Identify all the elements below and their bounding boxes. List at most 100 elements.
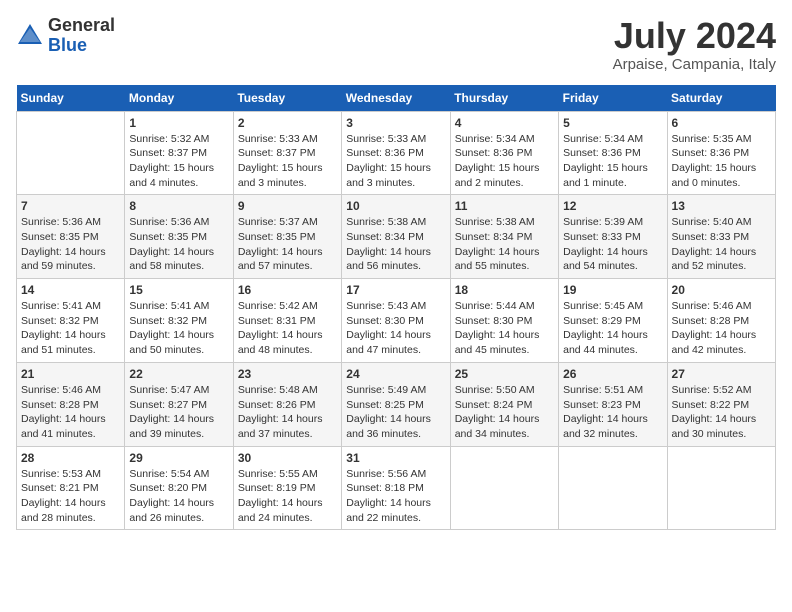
day-number: 23	[238, 367, 337, 381]
day-cell: 4 Sunrise: 5:34 AMSunset: 8:36 PMDayligh…	[450, 111, 558, 195]
calendar-table: Sunday Monday Tuesday Wednesday Thursday…	[16, 85, 776, 531]
day-cell: 31 Sunrise: 5:56 AMSunset: 8:18 PMDaylig…	[342, 446, 450, 530]
day-cell: 21 Sunrise: 5:46 AMSunset: 8:28 PMDaylig…	[17, 362, 125, 446]
day-cell: 11 Sunrise: 5:38 AMSunset: 8:34 PMDaylig…	[450, 195, 558, 279]
logo-blue: Blue	[48, 35, 87, 55]
day-cell: 23 Sunrise: 5:48 AMSunset: 8:26 PMDaylig…	[233, 362, 341, 446]
day-number: 5	[563, 116, 662, 130]
col-sunday: Sunday	[17, 85, 125, 112]
day-number: 6	[672, 116, 771, 130]
day-number: 16	[238, 283, 337, 297]
day-cell: 15 Sunrise: 5:41 AMSunset: 8:32 PMDaylig…	[125, 279, 233, 363]
day-number: 14	[21, 283, 120, 297]
day-cell: 16 Sunrise: 5:42 AMSunset: 8:31 PMDaylig…	[233, 279, 341, 363]
day-number: 9	[238, 199, 337, 213]
day-info: Sunrise: 5:46 AMSunset: 8:28 PMDaylight:…	[672, 299, 771, 358]
day-cell: 27 Sunrise: 5:52 AMSunset: 8:22 PMDaylig…	[667, 362, 775, 446]
day-number: 28	[21, 451, 120, 465]
day-cell: 9 Sunrise: 5:37 AMSunset: 8:35 PMDayligh…	[233, 195, 341, 279]
day-number: 8	[129, 199, 228, 213]
day-number: 21	[21, 367, 120, 381]
day-info: Sunrise: 5:41 AMSunset: 8:32 PMDaylight:…	[21, 299, 120, 358]
day-cell: 19 Sunrise: 5:45 AMSunset: 8:29 PMDaylig…	[559, 279, 667, 363]
day-info: Sunrise: 5:41 AMSunset: 8:32 PMDaylight:…	[129, 299, 228, 358]
day-number: 20	[672, 283, 771, 297]
col-wednesday: Wednesday	[342, 85, 450, 112]
day-info: Sunrise: 5:34 AMSunset: 8:36 PMDaylight:…	[563, 132, 662, 191]
day-cell	[559, 446, 667, 530]
logo-icon	[16, 22, 44, 50]
day-number: 4	[455, 116, 554, 130]
day-cell	[667, 446, 775, 530]
week-row-4: 21 Sunrise: 5:46 AMSunset: 8:28 PMDaylig…	[17, 362, 776, 446]
day-number: 29	[129, 451, 228, 465]
day-cell: 5 Sunrise: 5:34 AMSunset: 8:36 PMDayligh…	[559, 111, 667, 195]
logo-text: General Blue	[48, 16, 115, 56]
day-cell: 30 Sunrise: 5:55 AMSunset: 8:19 PMDaylig…	[233, 446, 341, 530]
logo: General Blue	[16, 16, 115, 56]
day-cell: 10 Sunrise: 5:38 AMSunset: 8:34 PMDaylig…	[342, 195, 450, 279]
day-cell: 24 Sunrise: 5:49 AMSunset: 8:25 PMDaylig…	[342, 362, 450, 446]
location-subtitle: Arpaise, Campania, Italy	[613, 56, 776, 73]
day-info: Sunrise: 5:42 AMSunset: 8:31 PMDaylight:…	[238, 299, 337, 358]
day-info: Sunrise: 5:38 AMSunset: 8:34 PMDaylight:…	[455, 215, 554, 274]
day-cell: 13 Sunrise: 5:40 AMSunset: 8:33 PMDaylig…	[667, 195, 775, 279]
day-cell	[450, 446, 558, 530]
day-cell: 26 Sunrise: 5:51 AMSunset: 8:23 PMDaylig…	[559, 362, 667, 446]
day-info: Sunrise: 5:46 AMSunset: 8:28 PMDaylight:…	[21, 383, 120, 442]
day-info: Sunrise: 5:36 AMSunset: 8:35 PMDaylight:…	[129, 215, 228, 274]
week-row-2: 7 Sunrise: 5:36 AMSunset: 8:35 PMDayligh…	[17, 195, 776, 279]
day-cell: 6 Sunrise: 5:35 AMSunset: 8:36 PMDayligh…	[667, 111, 775, 195]
day-number: 12	[563, 199, 662, 213]
week-row-1: 1 Sunrise: 5:32 AMSunset: 8:37 PMDayligh…	[17, 111, 776, 195]
day-number: 13	[672, 199, 771, 213]
day-cell	[17, 111, 125, 195]
day-info: Sunrise: 5:35 AMSunset: 8:36 PMDaylight:…	[672, 132, 771, 191]
col-monday: Monday	[125, 85, 233, 112]
logo-general: General	[48, 15, 115, 35]
day-number: 25	[455, 367, 554, 381]
day-cell: 18 Sunrise: 5:44 AMSunset: 8:30 PMDaylig…	[450, 279, 558, 363]
day-info: Sunrise: 5:34 AMSunset: 8:36 PMDaylight:…	[455, 132, 554, 191]
day-cell: 29 Sunrise: 5:54 AMSunset: 8:20 PMDaylig…	[125, 446, 233, 530]
day-number: 30	[238, 451, 337, 465]
day-info: Sunrise: 5:33 AMSunset: 8:36 PMDaylight:…	[346, 132, 445, 191]
day-number: 2	[238, 116, 337, 130]
day-info: Sunrise: 5:33 AMSunset: 8:37 PMDaylight:…	[238, 132, 337, 191]
month-title: July 2024	[613, 16, 776, 56]
day-info: Sunrise: 5:55 AMSunset: 8:19 PMDaylight:…	[238, 467, 337, 526]
day-info: Sunrise: 5:48 AMSunset: 8:26 PMDaylight:…	[238, 383, 337, 442]
day-number: 17	[346, 283, 445, 297]
day-number: 24	[346, 367, 445, 381]
day-number: 31	[346, 451, 445, 465]
week-row-3: 14 Sunrise: 5:41 AMSunset: 8:32 PMDaylig…	[17, 279, 776, 363]
day-info: Sunrise: 5:38 AMSunset: 8:34 PMDaylight:…	[346, 215, 445, 274]
week-row-5: 28 Sunrise: 5:53 AMSunset: 8:21 PMDaylig…	[17, 446, 776, 530]
day-info: Sunrise: 5:40 AMSunset: 8:33 PMDaylight:…	[672, 215, 771, 274]
day-number: 11	[455, 199, 554, 213]
day-info: Sunrise: 5:49 AMSunset: 8:25 PMDaylight:…	[346, 383, 445, 442]
day-number: 3	[346, 116, 445, 130]
day-number: 26	[563, 367, 662, 381]
day-info: Sunrise: 5:56 AMSunset: 8:18 PMDaylight:…	[346, 467, 445, 526]
day-cell: 8 Sunrise: 5:36 AMSunset: 8:35 PMDayligh…	[125, 195, 233, 279]
header-row: Sunday Monday Tuesday Wednesday Thursday…	[17, 85, 776, 112]
day-info: Sunrise: 5:51 AMSunset: 8:23 PMDaylight:…	[563, 383, 662, 442]
day-cell: 17 Sunrise: 5:43 AMSunset: 8:30 PMDaylig…	[342, 279, 450, 363]
day-number: 22	[129, 367, 228, 381]
day-info: Sunrise: 5:54 AMSunset: 8:20 PMDaylight:…	[129, 467, 228, 526]
day-info: Sunrise: 5:44 AMSunset: 8:30 PMDaylight:…	[455, 299, 554, 358]
day-number: 7	[21, 199, 120, 213]
day-cell: 12 Sunrise: 5:39 AMSunset: 8:33 PMDaylig…	[559, 195, 667, 279]
day-number: 27	[672, 367, 771, 381]
day-number: 1	[129, 116, 228, 130]
day-info: Sunrise: 5:45 AMSunset: 8:29 PMDaylight:…	[563, 299, 662, 358]
day-cell: 2 Sunrise: 5:33 AMSunset: 8:37 PMDayligh…	[233, 111, 341, 195]
day-number: 15	[129, 283, 228, 297]
day-cell: 1 Sunrise: 5:32 AMSunset: 8:37 PMDayligh…	[125, 111, 233, 195]
day-info: Sunrise: 5:43 AMSunset: 8:30 PMDaylight:…	[346, 299, 445, 358]
day-info: Sunrise: 5:50 AMSunset: 8:24 PMDaylight:…	[455, 383, 554, 442]
day-cell: 28 Sunrise: 5:53 AMSunset: 8:21 PMDaylig…	[17, 446, 125, 530]
day-number: 18	[455, 283, 554, 297]
day-info: Sunrise: 5:39 AMSunset: 8:33 PMDaylight:…	[563, 215, 662, 274]
